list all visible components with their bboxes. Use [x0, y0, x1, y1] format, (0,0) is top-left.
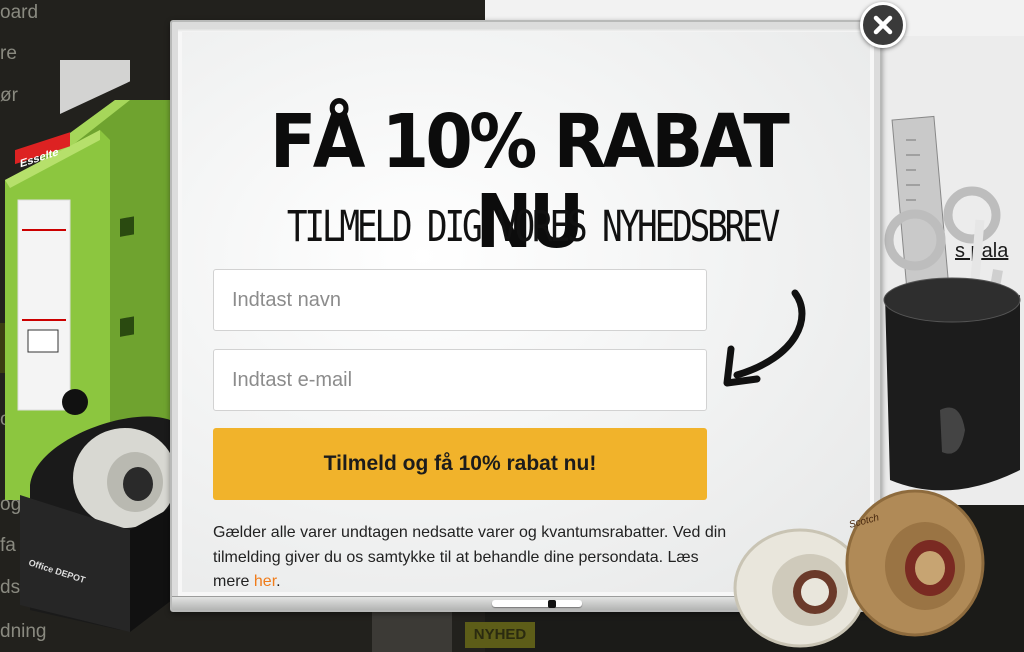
disclaimer-body: Gælder alle varer undtagen nedsatte vare… — [213, 524, 727, 590]
tape-rolls-illustration: Scotch — [733, 489, 985, 648]
disclaimer-end: . — [276, 573, 281, 590]
marker-cap — [548, 600, 556, 608]
name-input[interactable] — [213, 269, 707, 331]
disclaimer-text: Gælder alle varer undtagen nedsatte vare… — [213, 521, 733, 595]
subscribe-button[interactable]: Tilmeld og få 10% rabat nu! — [213, 428, 707, 500]
pen-cup-illustration — [883, 115, 1021, 491]
background-menu-item: oard — [0, 2, 39, 23]
close-icon — [873, 15, 893, 35]
email-input[interactable] — [213, 349, 707, 411]
marker-icon — [492, 600, 582, 607]
curved-arrow-icon — [723, 289, 806, 387]
background-new-badge: NYHED — [465, 622, 535, 648]
popup-subheadline: TILMELD DIG VORES NYHEDSBREV — [286, 202, 781, 252]
read-more-link[interactable]: her — [254, 573, 276, 590]
background-product-thumb — [372, 610, 452, 652]
tape-dispenser-illustration: Office DEPOT — [20, 416, 185, 632]
close-button[interactable] — [860, 2, 906, 48]
